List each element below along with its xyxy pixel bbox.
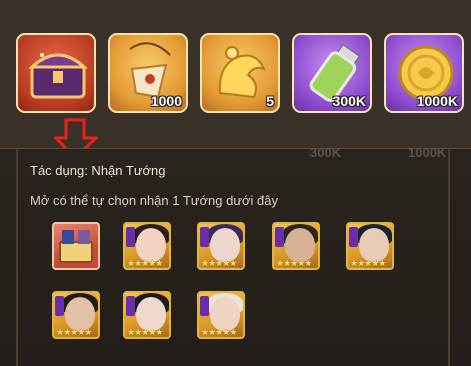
star-rating: ★★★★★ [350,258,386,268]
rank-tag [200,296,209,316]
hero-card[interactable]: ★★★★★ [197,291,245,339]
hero-card[interactable]: ★★★★★ [123,222,171,270]
star-rating: ★★★★★ [127,258,163,268]
star-rating: ★★★★★ [56,327,92,337]
hero-card[interactable]: ★★★★★ [197,222,245,270]
effect-label: Tác dụng: Nhận Tướng [30,163,166,178]
hero-portrait [136,297,166,331]
hero-portrait [136,228,166,262]
star-rating: ★★★★★ [201,327,237,337]
reward-coin[interactable]: 1000K [384,33,464,113]
rank-tag [275,227,284,247]
hero-card[interactable]: ★★★★★ [272,222,320,270]
faded-qty: 300K [310,145,342,160]
effect-description: Mở có thể tự chọn nhận 1 Tướng dưới đây [30,193,279,208]
star-rating: ★★★★★ [127,327,163,337]
hero-portrait [65,297,95,331]
hero-portrait [210,297,240,331]
star-rating: ★★★★★ [201,258,237,268]
rank-tag [55,296,64,316]
chest-icon [59,230,93,263]
hero-portrait [285,228,315,262]
item-info-panel: 300K 1000K Tác dụng: Nhận Tướng Mở có th… [0,145,471,366]
hero-portrait [210,228,240,262]
hero-card[interactable]: ★★★★★ [346,222,394,270]
hero-card[interactable]: ★★★★★ [123,291,171,339]
chest-icon [28,53,88,99]
reward-qty: 1000K [416,93,458,109]
faded-qty: 1000K [408,145,447,160]
hero-card[interactable]: ★★★★★ [52,291,100,339]
star-rating: ★★★★★ [276,258,312,268]
reward-chest[interactable] [16,33,96,113]
rank-tag [200,227,209,247]
rank-tag [126,296,135,316]
reward-dragon[interactable]: 5 [200,33,280,113]
reward-qty: 5 [266,93,274,109]
hero-chest-slot[interactable] [52,222,100,270]
rank-tag [349,227,358,247]
reward-potion[interactable]: 300K [292,33,372,113]
reward-pendant[interactable]: 1000 [108,33,188,113]
reward-qty: 300K [332,93,366,109]
rank-tag [126,227,135,247]
hero-portrait [359,228,389,262]
reward-qty: 1000 [150,93,182,109]
